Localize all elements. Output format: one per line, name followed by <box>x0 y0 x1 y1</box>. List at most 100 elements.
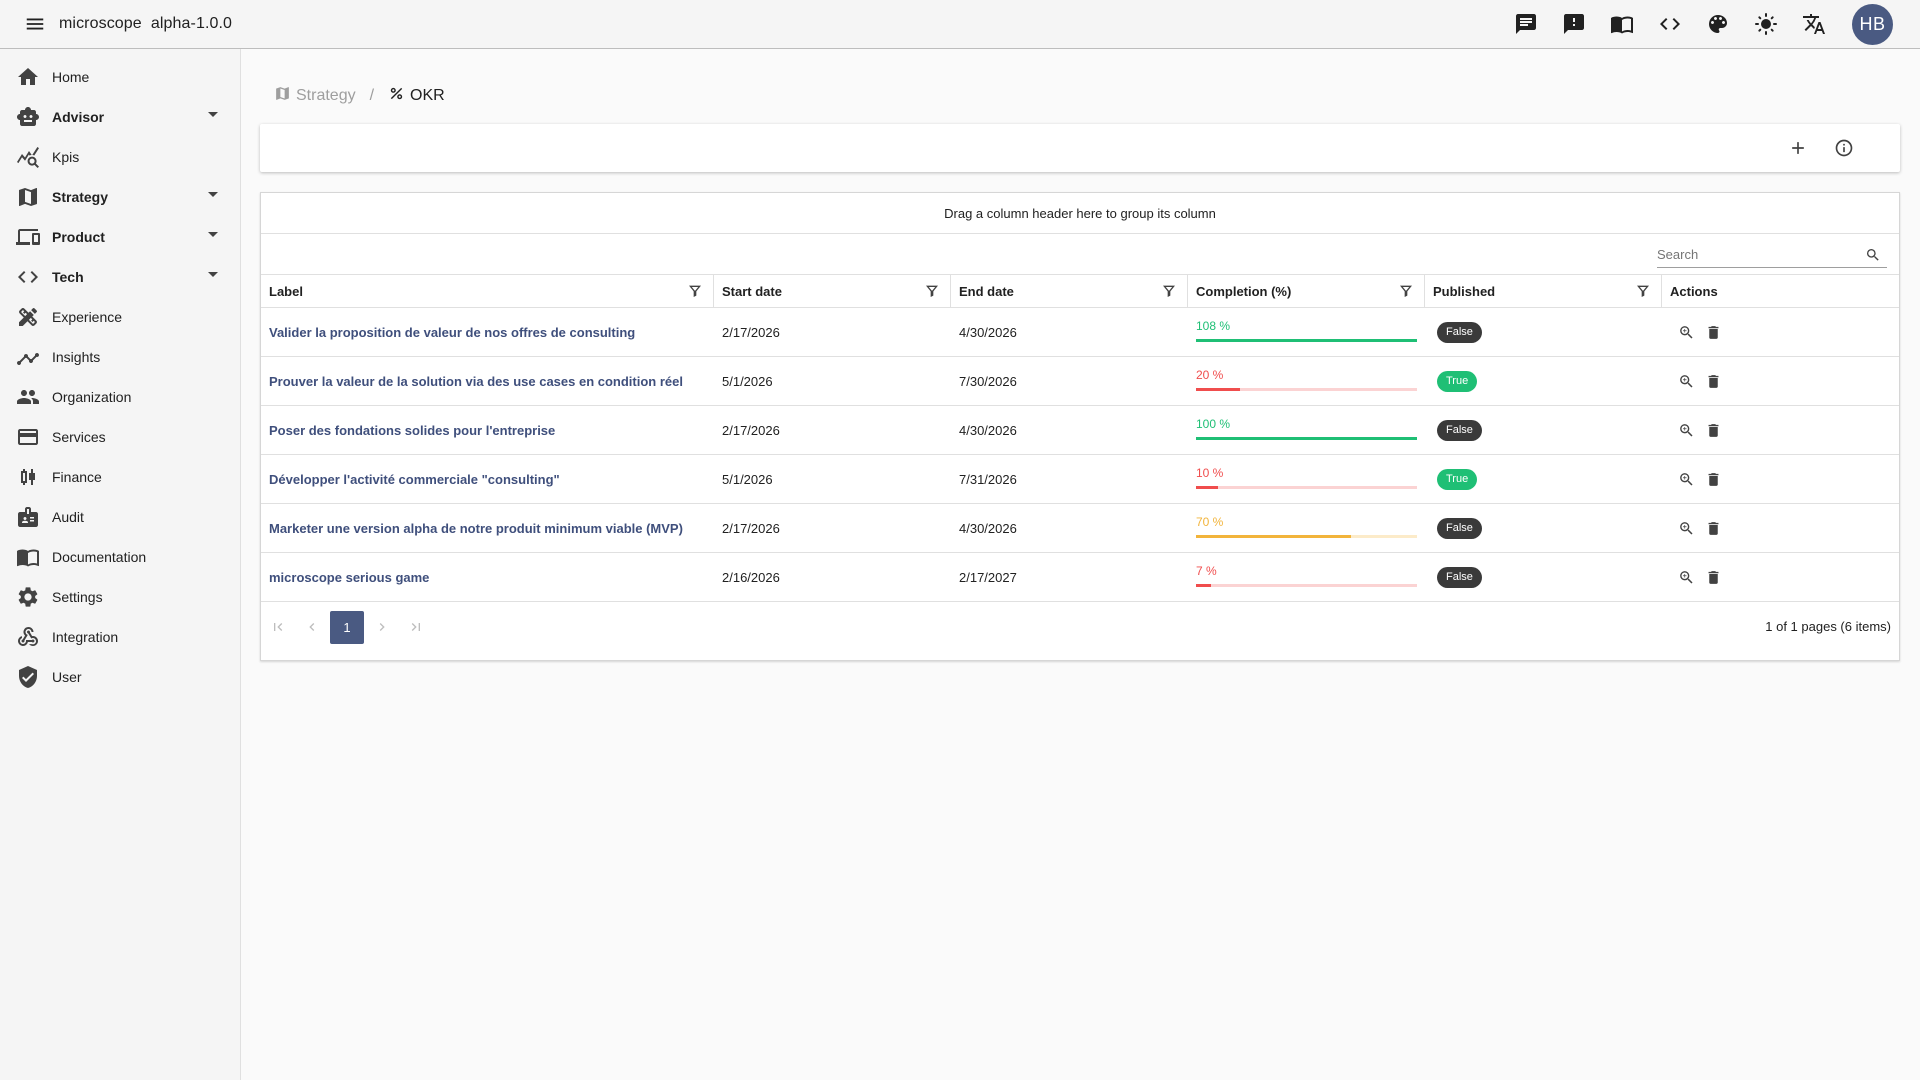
sidebar-item-label: Advisor <box>52 109 105 125</box>
okr-label-link[interactable]: Poser des fondations solides pour l'entr… <box>269 423 555 438</box>
translate-icon[interactable] <box>1790 0 1838 48</box>
previous-page-icon[interactable] <box>295 610 329 644</box>
delete-icon[interactable] <box>1703 567 1723 587</box>
zoom-in-icon[interactable] <box>1676 518 1696 538</box>
table-row[interactable]: microscope serious game 2/16/2026 2/17/202… <box>261 553 1899 602</box>
column-header-label: End date <box>959 283 1014 299</box>
last-page-icon[interactable] <box>399 610 433 644</box>
sidebar-item-product[interactable]: Product <box>0 217 240 257</box>
zoom-in-icon[interactable] <box>1676 567 1696 587</box>
chevron-down-icon[interactable] <box>208 192 218 197</box>
sidebar-item-advisor[interactable]: Advisor <box>0 97 240 137</box>
sidebar-item-label: Insights <box>52 349 101 365</box>
add-icon[interactable] <box>1786 136 1810 160</box>
okr-label-link[interactable]: Valider la proposition de valeur de nos … <box>269 325 635 340</box>
info-icon[interactable] <box>1832 136 1856 160</box>
zoom-in-icon[interactable] <box>1676 420 1696 440</box>
actions-cell <box>1662 455 1899 503</box>
sidebar-item-label: User <box>52 669 82 685</box>
pager-info: 1 of 1 pages (6 items) <box>1765 619 1891 634</box>
column-header-completion[interactable]: Completion (%) <box>1188 275 1425 307</box>
brightness-icon[interactable] <box>1742 0 1790 48</box>
insights-icon <box>16 345 40 369</box>
breadcrumb-strategy[interactable]: Strategy <box>274 85 356 107</box>
filter-icon[interactable] <box>924 283 940 299</box>
okr-label-link[interactable]: Développer l'activité commerciale "consu… <box>269 472 560 487</box>
sidebar-item-finance[interactable]: Finance <box>0 457 240 497</box>
sidebar-item-integration[interactable]: Integration <box>0 617 240 657</box>
status-badge: True <box>1437 468 1478 490</box>
column-header-published[interactable]: Published <box>1425 275 1662 307</box>
app-title: microscope alpha-1.0.0 <box>59 15 233 32</box>
table-row[interactable]: Marketer une version alpha de notre prod… <box>261 504 1899 553</box>
actions-cell <box>1662 357 1899 405</box>
map-icon <box>16 185 40 209</box>
published-cell: False <box>1425 504 1662 552</box>
column-header-label[interactable]: Label <box>261 275 714 307</box>
table-row[interactable]: Valider la proposition de valeur de nos … <box>261 308 1899 357</box>
filter-icon[interactable] <box>1635 283 1651 299</box>
chevron-down-icon[interactable] <box>208 232 218 237</box>
sidebar-item-insights[interactable]: Insights <box>0 337 240 377</box>
sidebar-item-kpis[interactable]: Kpis <box>0 137 240 177</box>
delete-icon[interactable] <box>1703 371 1723 391</box>
okr-label-link[interactable]: Prouver la valeur de la solution via des… <box>269 374 683 389</box>
feedback-icon[interactable] <box>1550 0 1598 48</box>
delete-icon[interactable] <box>1703 469 1723 489</box>
sidebar-item-documentation[interactable]: Documentation <box>0 537 240 577</box>
delete-icon[interactable] <box>1703 420 1723 440</box>
webhook-icon <box>16 625 40 649</box>
okr-label-link[interactable]: microscope serious game <box>269 570 429 585</box>
avatar[interactable]: HB <box>1852 3 1893 45</box>
label-cell: Poser des fondations solides pour l'entr… <box>261 406 714 454</box>
chat-icon[interactable] <box>1502 0 1550 48</box>
book-icon[interactable] <box>1598 0 1646 48</box>
chevron-down-icon[interactable] <box>208 272 218 277</box>
page-number-button[interactable]: 1 <box>330 610 364 644</box>
filter-icon[interactable] <box>1398 283 1414 299</box>
first-page-icon[interactable] <box>261 610 295 644</box>
label-cell: Marketer une version alpha de notre prod… <box>261 504 714 552</box>
sidebar-item-tech[interactable]: Tech <box>0 257 240 297</box>
filter-icon[interactable] <box>687 283 703 299</box>
start-date-cell: 5/1/2026 <box>722 373 773 389</box>
zoom-in-icon[interactable] <box>1676 469 1696 489</box>
search-input[interactable] <box>1657 247 1865 262</box>
sidebar-item-audit[interactable]: Audit <box>0 497 240 537</box>
column-header-actions[interactable]: Actions <box>1662 275 1899 307</box>
palette-icon[interactable] <box>1694 0 1742 48</box>
zoom-in-icon[interactable] <box>1676 371 1696 391</box>
next-page-icon[interactable] <box>365 610 399 644</box>
published-cell: True <box>1425 455 1662 503</box>
column-header-start-date[interactable]: Start date <box>714 275 951 307</box>
sidebar-item-experience[interactable]: Experience <box>0 297 240 337</box>
table-row[interactable]: Prouver la valeur de la solution via des… <box>261 357 1899 406</box>
sidebar-item-home[interactable]: Home <box>0 57 240 97</box>
status-badge: False <box>1437 419 1482 441</box>
sidebar-item-strategy[interactable]: Strategy <box>0 177 240 217</box>
table-row[interactable]: Poser des fondations solides pour l'entr… <box>261 406 1899 455</box>
code-icon[interactable] <box>1646 0 1694 48</box>
progress-fill <box>1196 535 1351 538</box>
column-header-end-date[interactable]: End date <box>951 275 1188 307</box>
delete-icon[interactable] <box>1703 518 1723 538</box>
table-row[interactable]: Développer l'activité commerciale "consu… <box>261 455 1899 504</box>
badge-icon <box>16 505 40 529</box>
home-icon <box>16 65 40 89</box>
okr-label-link[interactable]: Marketer une version alpha de notre prod… <box>269 521 683 536</box>
chevron-down-icon[interactable] <box>208 112 218 117</box>
sidebar-item-organization[interactable]: Organization <box>0 377 240 417</box>
zoom-in-icon[interactable] <box>1676 322 1696 342</box>
sidebar-item-user[interactable]: User <box>0 657 240 697</box>
group-drop-area[interactable]: Drag a column header here to group its c… <box>261 193 1899 234</box>
sidebar-item-label: Audit <box>52 509 84 525</box>
menu-icon[interactable] <box>23 12 47 36</box>
breadcrumb-current-label: OKR <box>410 87 445 104</box>
filter-icon[interactable] <box>1161 283 1177 299</box>
search-icon[interactable] <box>1865 247 1881 263</box>
sidebar-item-settings[interactable]: Settings <box>0 577 240 617</box>
published-cell: False <box>1425 553 1662 601</box>
sidebar-item-services[interactable]: Services <box>0 417 240 457</box>
delete-icon[interactable] <box>1703 322 1723 342</box>
label-cell: Prouver la valeur de la solution via des… <box>261 357 714 405</box>
